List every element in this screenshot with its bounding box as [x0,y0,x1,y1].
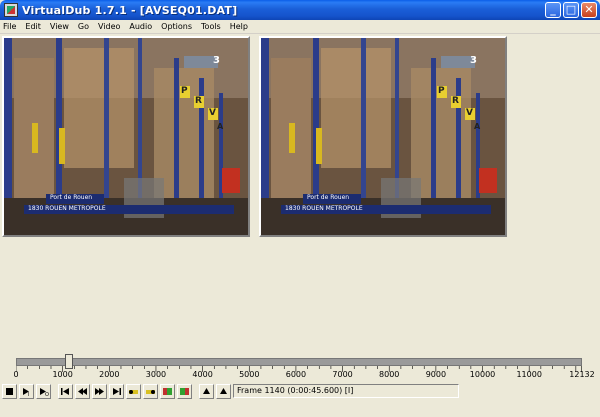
mark-out-icon [220,387,227,394]
tick-label: 0 [13,370,19,379]
tick-label: 12132 [569,370,595,379]
menu-options[interactable]: Options [161,22,192,31]
sign-letter-v: V [466,108,473,118]
sign-letter-r: R [195,96,202,106]
sign-letter-p: P [438,86,445,96]
stop-button[interactable] [2,383,17,399]
tick-label: 8000 [379,370,400,379]
play-input-button[interactable]: I [19,383,34,399]
scene-forward-button[interactable] [177,383,192,399]
channel-logo: 3 [213,55,220,66]
virtualdub-app-icon[interactable] [4,3,18,17]
play-output-button[interactable]: O [36,383,51,399]
svg-text:O: O [45,392,49,397]
channel-logo: 3 [470,55,477,66]
sign-letter-r: R [452,96,459,106]
tick-label: 5000 [239,370,260,379]
output-video-pane[interactable]: 3 P R V A Port de Rouen 1830 ROUEN METRO… [259,36,507,237]
title-bar[interactable]: VirtualDub 1.7.1 - [AVSEQ01.DAT] _ □ ✕ [0,0,600,20]
caption-line2: 1830 ROUEN METROPOLE [285,205,363,212]
menu-video[interactable]: Video [98,22,120,31]
mark-in-button[interactable] [199,383,214,399]
mark-out-button[interactable] [216,383,231,399]
timeline-track[interactable] [16,358,582,366]
play-output-icon: O [40,387,49,397]
next-key-icon [146,389,155,394]
next-frame-button[interactable] [92,383,107,399]
next-frame-icon [95,387,104,395]
playback-toolbar: I O [2,383,233,399]
tick-label: 2000 [99,370,120,379]
go-start-button[interactable] [58,383,73,399]
menu-go[interactable]: Go [78,22,89,31]
menu-tools[interactable]: Tools [201,22,221,31]
input-video-pane[interactable]: 3 P R V A Port de Rouen 1830 ROUEN METRO… [2,36,250,237]
prev-key-button[interactable] [126,383,141,399]
go-end-icon [113,387,121,395]
caption-line1: Port de Rouen [307,194,350,201]
next-key-button[interactable] [143,383,158,399]
timeline-tick-labels: 0 1000 2000 3000 4000 5000 6000 7000 8000 9000 100… [0,370,600,382]
prev-frame-icon [78,387,87,395]
go-end-button[interactable] [109,383,124,399]
tick-label: 7000 [332,370,353,379]
close-button[interactable]: ✕ [581,2,597,18]
caption-line1: Port de Rouen [50,194,93,201]
menu-help[interactable]: Help [230,22,248,31]
mark-in-icon [203,387,210,394]
scene-forward-icon [180,387,189,395]
maximize-button[interactable]: □ [563,2,579,18]
svg-text:I: I [28,392,29,397]
tick-label: 10000 [469,370,496,379]
prev-frame-button[interactable] [75,383,90,399]
window-title: VirtualDub 1.7.1 - [AVSEQ01.DAT] [22,3,238,17]
tick-label: 1000 [52,370,73,379]
go-start-icon [61,387,69,395]
stop-icon [6,387,13,395]
scene-back-icon [163,387,172,395]
caption-line2: 1830 ROUEN METROPOLE [28,205,106,212]
scene-back-button[interactable] [160,383,175,399]
frame-status: Frame 1140 (0:00:45.600) [I] [233,384,459,398]
menu-edit[interactable]: Edit [25,22,41,31]
menu-file[interactable]: File [3,22,16,31]
play-input-icon: I [23,387,29,397]
sign-letter-p: P [181,86,188,96]
tick-label: 6000 [285,370,307,379]
menu-audio[interactable]: Audio [129,22,152,31]
tick-label: 3000 [145,370,167,379]
sign-letter-v: V [209,108,216,118]
tick-label: 11000 [516,370,542,379]
menu-view[interactable]: View [50,22,69,31]
tick-label: 9000 [425,370,447,379]
sign-letter-a: A [217,122,224,131]
minimize-button[interactable]: _ [545,2,561,18]
tick-label: 4000 [192,370,213,379]
prev-key-icon [129,389,138,394]
sign-letter-a: A [474,122,481,131]
menu-bar: File Edit View Go Video Audio Options To… [0,20,600,34]
